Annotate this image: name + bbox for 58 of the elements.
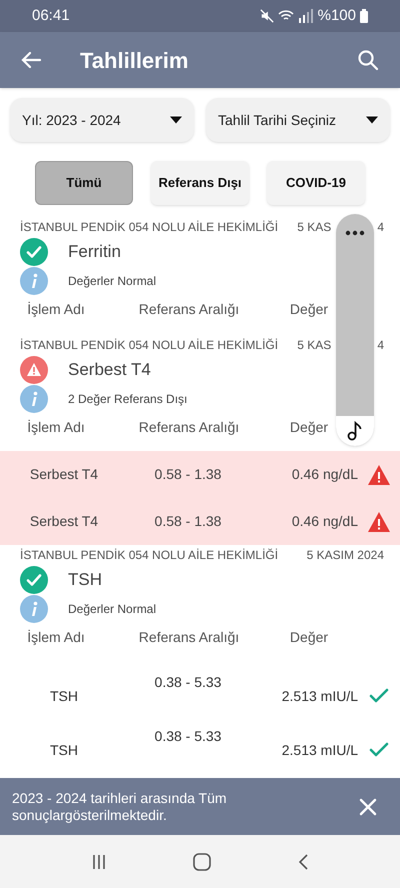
facility-name: İSTANBUL PENDİK 054 NOLU AİLE HEKİMLİĞİ (20, 547, 278, 564)
info-icon (20, 267, 48, 295)
column-header: İşlem Adı (26, 628, 86, 647)
test-date: 5 KASIM 2024 (306, 547, 384, 564)
search-button[interactable] (356, 48, 380, 72)
filter-tab[interactable]: Referans Dışı (151, 161, 249, 205)
mute-icon (260, 9, 274, 23)
test-name: TSH (68, 569, 102, 592)
test-date: 5 KAS (297, 219, 332, 236)
table-cell-text: 2.513 mIU/L (280, 686, 358, 706)
result-summary: 2 Değer Referans Dışı (68, 391, 188, 408)
battery-percentage: %100 (318, 6, 356, 26)
table-cell-text: 2.513 mIU/L (280, 740, 358, 760)
music-note-icon (347, 421, 363, 441)
info-icon (20, 385, 48, 413)
table-cell-text: TSH (49, 740, 79, 760)
table-cell-text: Serbest T4 (28, 465, 100, 484)
info-icon (20, 595, 48, 623)
filter-tab[interactable]: Tümü (35, 161, 133, 205)
column-header: İşlem Adı (26, 418, 86, 437)
column-header: Değer (288, 300, 330, 319)
battery-icon (360, 9, 368, 23)
column-header: Değer (288, 418, 330, 437)
filter-tab[interactable]: COVID-19 (267, 161, 365, 205)
test-date: 4 (377, 337, 384, 354)
column-header: Referans Aralığı (138, 418, 240, 437)
more-icon (345, 230, 365, 236)
result-summary: Değerler Normal (68, 273, 156, 290)
column-header: Değer (288, 628, 330, 647)
screen-title: Tahlillerim (80, 46, 188, 74)
column-header: Referans Aralığı (138, 300, 240, 319)
test-date: 4 (377, 219, 384, 236)
result-summary: Değerler Normal (68, 601, 156, 618)
dropdown[interactable]: Tahlil Tarihi Seçiniz (206, 98, 390, 142)
home-icon[interactable] (193, 852, 211, 870)
back-icon[interactable] (297, 854, 309, 870)
table-cell-text: Serbest T4 (28, 512, 100, 531)
recent-apps-icon[interactable] (91, 854, 107, 870)
table-cell-text: 0.38 - 5.33 (154, 726, 222, 746)
column-header: Referans Aralığı (138, 628, 240, 647)
test-name: Ferritin (68, 241, 121, 264)
dropdown[interactable]: Yıl: 2023 - 2024 (10, 98, 194, 142)
snackbar-message: 2023 - 2024 tarihleri arasında Tüm sonuçlargösterilmektedir. (12, 790, 228, 824)
dropdown-arrow-icon (366, 116, 378, 124)
facility-name: İSTANBUL PENDİK 054 NOLU AİLE HEKİMLİĞİ (20, 337, 278, 354)
facility-name: İSTANBUL PENDİK 054 NOLU AİLE HEKİMLİĞİ (20, 219, 278, 236)
test-date: 5 KAS (297, 337, 332, 354)
dropdown-arrow-icon (170, 116, 182, 124)
table-cell-text: 0.58 - 1.38 (154, 465, 222, 484)
table-cell-text: 0.46 ng/dL (290, 512, 358, 531)
signal-icon (298, 9, 314, 23)
table-cell-text: 0.58 - 1.38 (154, 512, 222, 531)
column-header: İşlem Adı (26, 300, 86, 319)
table-cell-text: 0.38 - 5.33 (154, 672, 222, 692)
test-name: Serbest T4 (68, 359, 151, 382)
table-cell-text: TSH (49, 686, 79, 706)
status-time: 06:41 (32, 6, 70, 26)
table-cell-text: 0.46 ng/dL (290, 465, 358, 484)
